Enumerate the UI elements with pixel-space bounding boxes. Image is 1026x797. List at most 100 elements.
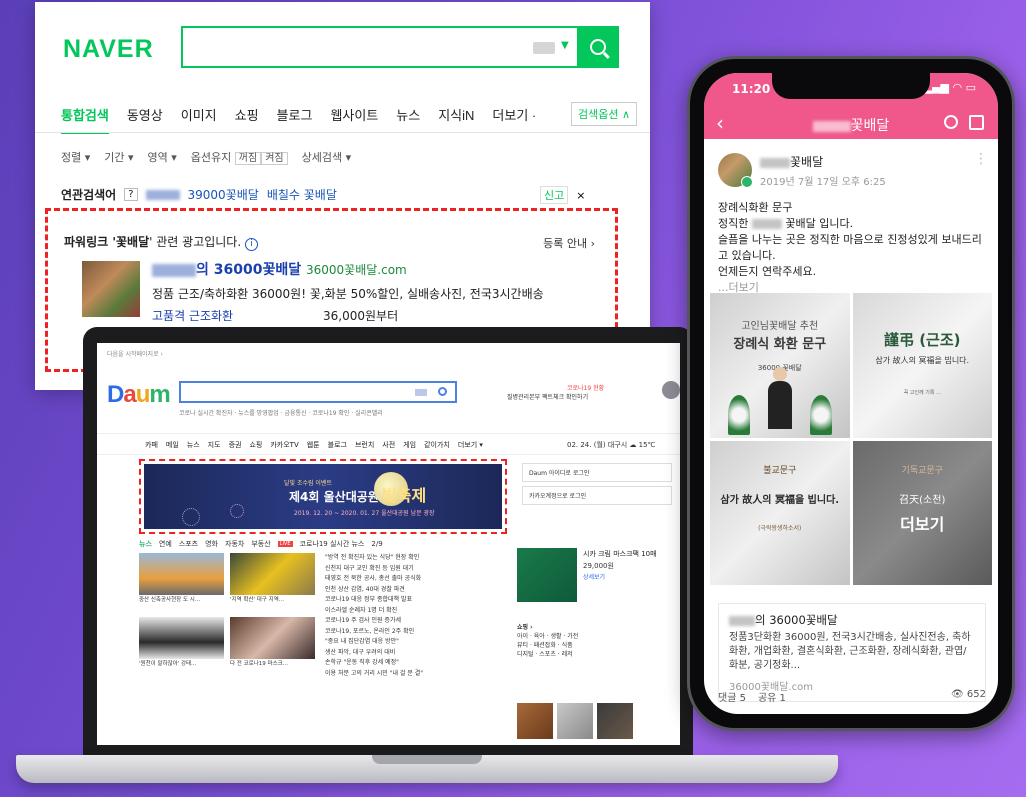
start-page-link[interactable]: 다음을 시작페이지로 ›	[107, 349, 163, 358]
nav-news[interactable]: 뉴스	[187, 440, 200, 450]
news-line[interactable]: "방역 전 확진자 있는 식당" 현장 확인	[325, 553, 505, 564]
product-detail-link[interactable]: 상세보기	[583, 572, 657, 584]
nav-more[interactable]: 더보기 ▾	[458, 440, 483, 450]
nav-blog[interactable]: 블로그	[328, 440, 347, 450]
filter-area[interactable]: 영역 ▾	[148, 149, 177, 165]
comments-button[interactable]: 댓글 5	[718, 689, 746, 704]
tab-image[interactable]: 이미지	[181, 105, 217, 134]
news-line[interactable]: 손학규 "운동 직후 강세 예정"	[325, 658, 505, 669]
post-image-more[interactable]: 기독교문구 召天(소천) 더보기	[852, 440, 992, 585]
related-link-2[interactable]: 배칠수 꽃배달	[267, 186, 337, 203]
tab-sports[interactable]: 스포츠	[179, 539, 198, 549]
news-thumb-item[interactable]: '원천이 말하잖아' 강태...	[139, 617, 224, 675]
news-line[interactable]: 코로나19, 포르노, 온라인 2주 확인	[325, 627, 505, 638]
tab-entertainment[interactable]: 연예	[159, 539, 172, 549]
ad-register-link[interactable]: 등록 안내 ›	[543, 235, 595, 251]
dropdown-caret-icon[interactable]: ▼	[561, 40, 569, 51]
search-icon[interactable]	[438, 387, 447, 396]
nav-cafe[interactable]: 카페	[145, 440, 158, 450]
ad-thumbnail-image[interactable]	[82, 261, 140, 317]
help-icon[interactable]: ?	[124, 188, 138, 201]
author-name[interactable]: 꽃배달	[760, 153, 886, 170]
toggle-off[interactable]: 꺼짐	[234, 152, 262, 165]
tab-news[interactable]: 뉴스	[139, 539, 152, 549]
shop-label[interactable]: 쇼핑 ›	[517, 623, 677, 632]
tab-news[interactable]: 뉴스	[396, 105, 420, 134]
keyboard-icon[interactable]	[533, 42, 555, 54]
post-image[interactable]: 고인님꽃배달 추천 장례식 화환 문구 36000 꽃배달	[710, 293, 850, 438]
product-title[interactable]: 시카 크림 마스크팩 10매	[583, 548, 657, 560]
info-icon[interactable]: i	[245, 238, 258, 251]
shop-thumb-bag[interactable]	[517, 703, 553, 739]
ad-sublink[interactable]: 고품격 근조화환	[152, 307, 233, 324]
avatar[interactable]	[718, 153, 753, 188]
news-line[interactable]: "중요 내 집단감염 대응 방안"	[325, 637, 505, 648]
product-image[interactable]	[517, 548, 577, 602]
more-icon[interactable]: ⋮	[974, 152, 988, 166]
news-line[interactable]: 코로나19 대응 정부 종합대책 발표	[325, 595, 505, 606]
nav-webtoon[interactable]: 웹툰	[307, 440, 320, 450]
post-image[interactable]: 불교문구 삼가 故人의 冥福을 빕니다. (극락왕생하소서)	[710, 440, 850, 585]
news-thumb-item[interactable]: '지역 확산' 대구 지역...	[230, 553, 315, 611]
avatar[interactable]	[662, 381, 680, 399]
nav-shopping[interactable]: 쇼핑	[249, 440, 262, 450]
news-thumb-image[interactable]	[230, 553, 315, 595]
toggle-on[interactable]: 켜짐	[261, 152, 288, 165]
news-thumb-item[interactable]: 중산 신축공사현장 도 시...	[139, 553, 224, 611]
post-image[interactable]: 謹弔 (근조) 삼가 故人의 冥福을 빕니다. 꼭 고인께 기록 ...	[852, 293, 992, 438]
shop-category[interactable]: 아이 · 육아 · 생활 · 가전	[517, 632, 677, 641]
product-card[interactable]: 시카 크림 마스크팩 10매 29,000원 상세보기	[517, 548, 677, 602]
news-thumb-item[interactable]: 다 전 코로나19 마스크...	[230, 617, 315, 675]
nav-map[interactable]: 지도	[208, 440, 221, 450]
filter-period[interactable]: 기간 ▾	[104, 149, 133, 165]
shop-category[interactable]: 뷰티 · 패션잡화 · 식품	[517, 641, 677, 650]
nav-stock[interactable]: 증권	[229, 440, 242, 450]
tab-website[interactable]: 웹사이트	[330, 105, 378, 134]
share-button[interactable]: 공유 1	[758, 689, 786, 704]
live-news-link[interactable]: 코로나19 실시간 뉴스	[300, 539, 365, 549]
ad-title-link[interactable]: 의 36000꽃배달 36000꽃배달.com	[152, 259, 407, 279]
news-line[interactable]: 생산 파악, 대구 우려의 대비	[325, 648, 505, 659]
news-line[interactable]: 이용 처분 고의 거리 시민 "내 걸 문 결"	[325, 669, 505, 680]
ad-url[interactable]: 36000꽃배달.com	[306, 263, 407, 277]
nav-kakaotv[interactable]: 카카오TV	[270, 440, 298, 450]
nav-brunch[interactable]: 브런치	[355, 440, 374, 450]
shop-thumb-coat[interactable]	[597, 703, 633, 739]
factcheck-link[interactable]: 질병관리본부 팩트체크 확인하기	[507, 392, 588, 401]
daum-search-input[interactable]	[179, 381, 457, 403]
tab-integrated[interactable]: 통합검색	[61, 105, 109, 134]
trending-keywords[interactable]: 코로나 실시간 확진자 · 뉴스를 망영팝업 · 금융통신 · 코로나19 확인…	[179, 408, 383, 417]
kakao-login-button[interactable]: 카카오계정으로 로그인	[522, 486, 672, 505]
news-line[interactable]: 태영호 전 북한 공사, 총선 출마 공식화	[325, 574, 505, 585]
search-icon[interactable]	[944, 115, 958, 129]
nav-mail[interactable]: 메일	[166, 440, 179, 450]
covid-status-link[interactable]: 코로나19 현황	[567, 383, 604, 392]
news-line[interactable]: 인천 상산 감염, 40대 경찰 파견	[325, 585, 505, 596]
shop-category[interactable]: 디지털 · 스포츠 · 레저	[517, 650, 677, 659]
news-thumb-image[interactable]	[139, 553, 224, 595]
tab-shopping[interactable]: 쇼핑	[235, 105, 259, 134]
search-button[interactable]	[577, 26, 619, 68]
edit-icon[interactable]	[969, 115, 984, 130]
search-options-button[interactable]: 검색옵션 ∧	[571, 102, 638, 126]
link-preview-card[interactable]: 의 36000꽃배달 정품3단화환 36000원, 전국3시간배송, 실사진전송…	[718, 603, 986, 702]
nav-together[interactable]: 같이가치	[424, 440, 450, 450]
tab-car[interactable]: 자동차	[225, 539, 244, 549]
daum-login-button[interactable]: Daum 아이디로 로그인	[522, 463, 672, 482]
related-link-1[interactable]: 39000꽃배달	[188, 186, 259, 203]
daum-logo[interactable]: Daum	[107, 381, 171, 409]
tab-more[interactable]: 더보기 ·	[492, 105, 536, 134]
news-line[interactable]: 이스라엘 순례자 1명 더 확진	[325, 606, 505, 617]
nav-dictionary[interactable]: 사전	[382, 440, 395, 450]
nav-game[interactable]: 게임	[403, 440, 416, 450]
shop-thumb-item[interactable]	[557, 703, 593, 739]
tab-video[interactable]: 동영상	[127, 105, 163, 134]
tab-blog[interactable]: 블로그	[277, 105, 313, 134]
filter-sort[interactable]: 정렬 ▾	[61, 149, 90, 165]
tab-kin[interactable]: 지식iN	[438, 105, 474, 134]
filter-detail[interactable]: 상세검색 ▾	[302, 149, 352, 165]
naver-logo[interactable]: NAVER	[63, 35, 154, 64]
news-thumb-image[interactable]	[230, 617, 315, 659]
naver-search-input[interactable]: ▼	[181, 26, 619, 68]
news-line[interactable]: 코로나19 주 검사 인원 증가세	[325, 616, 505, 627]
